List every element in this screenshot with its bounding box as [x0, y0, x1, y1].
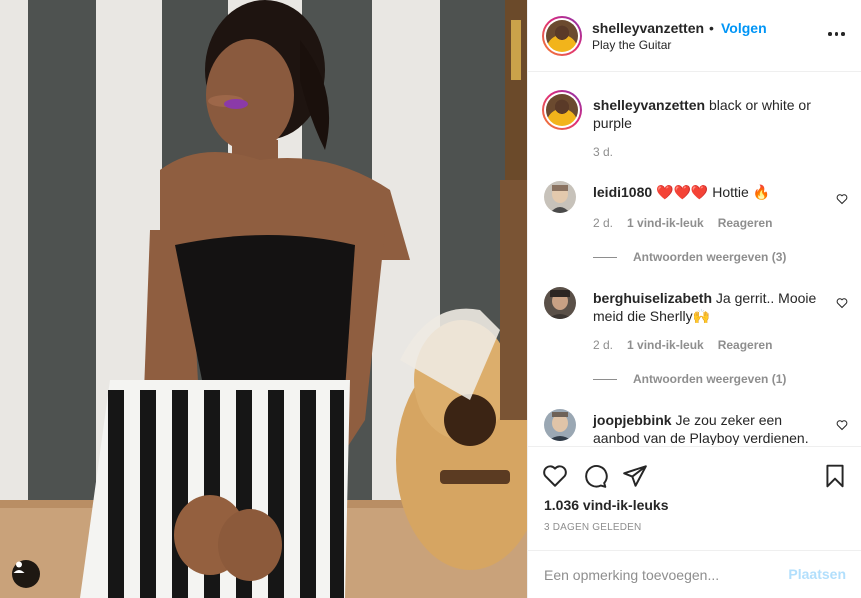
like-heart-icon[interactable]	[542, 463, 568, 489]
likes-count[interactable]: 1.036 vind-ik-leuks	[544, 497, 669, 513]
post-image	[0, 0, 527, 598]
comment-username[interactable]: berghuiselizabeth	[593, 290, 712, 306]
caption-avatar[interactable]	[542, 90, 582, 130]
post-header: shelleyvanzetten • Volgen Play the Guita…	[528, 0, 861, 72]
view-replies-label: Antwoorden weergeven (1)	[633, 372, 787, 386]
comment-hearts: ❤️❤️❤️	[656, 184, 709, 200]
like-comment-heart-icon[interactable]	[836, 297, 848, 309]
follow-button[interactable]: Volgen	[721, 20, 767, 36]
view-replies-button[interactable]: Antwoorden weergeven (3)	[593, 250, 786, 264]
caption-time[interactable]: 3 d.	[593, 145, 613, 159]
comment-username[interactable]: leidi1080	[593, 184, 652, 200]
comment-time[interactable]: 2 d.	[593, 338, 613, 352]
post-date[interactable]: 3 DAGEN GELEDEN	[544, 522, 641, 533]
comment-text: joopjebbink Je zou zeker een aanbod van …	[593, 411, 825, 445]
separator-dot: •	[709, 20, 714, 36]
comment-input[interactable]	[544, 564, 774, 586]
post-caption: shelleyvanzetten black or white or purpl…	[593, 96, 843, 132]
comment-meta: 2 d. 1 vind-ik-leuk Reageren	[593, 338, 772, 352]
reply-button[interactable]: Reageren	[718, 338, 773, 352]
replies-divider	[593, 378, 617, 380]
tagged-users-button[interactable]	[12, 560, 40, 588]
like-comment-heart-icon[interactable]	[836, 193, 848, 205]
comment-body: Hottie 🔥	[708, 184, 771, 200]
comment-time[interactable]: 2 d.	[593, 216, 613, 230]
replies-divider	[593, 256, 617, 258]
comment-text: berghuiselizabeth Ja gerrit.. Mooie meid…	[593, 289, 825, 325]
add-comment-bar: Plaatsen	[528, 550, 861, 598]
user-icon	[13, 561, 25, 573]
post-comment-button[interactable]: Plaatsen	[788, 566, 846, 582]
comments-section[interactable]: shelleyvanzetten black or white or purpl…	[528, 73, 861, 445]
save-bookmark-icon[interactable]	[822, 463, 848, 489]
post-details-panel: shelleyvanzetten • Volgen Play the Guita…	[527, 0, 861, 598]
reply-button[interactable]: Reageren	[718, 216, 773, 230]
author-username[interactable]: shelleyvanzetten	[592, 20, 704, 36]
comment-text: leidi1080 ❤️❤️❤️ Hottie 🔥	[593, 183, 825, 201]
comment-username[interactable]: joopjebbink	[593, 412, 672, 428]
view-replies-button[interactable]: Antwoorden weergeven (1)	[593, 372, 786, 386]
comment-likes[interactable]: 1 vind-ik-leuk	[627, 338, 704, 352]
comment-meta: 2 d. 1 vind-ik-leuk Reageren	[593, 216, 772, 230]
post-location[interactable]: Play the Guitar	[592, 38, 671, 52]
comment-likes[interactable]: 1 vind-ik-leuk	[627, 216, 704, 230]
caption-username[interactable]: shelleyvanzetten	[593, 97, 705, 113]
comment-avatar[interactable]	[544, 181, 576, 213]
comment-avatar[interactable]	[544, 287, 576, 319]
share-send-icon[interactable]	[622, 463, 648, 489]
comment-bubble-icon[interactable]	[582, 463, 608, 489]
more-options-icon[interactable]	[828, 25, 846, 43]
post-actions: 1.036 vind-ik-leuks 3 DAGEN GELEDEN	[528, 446, 861, 556]
like-comment-heart-icon[interactable]	[836, 419, 848, 431]
post-photo[interactable]	[0, 0, 527, 598]
author-avatar[interactable]	[542, 16, 582, 56]
comment-avatar[interactable]	[544, 409, 576, 441]
view-replies-label: Antwoorden weergeven (3)	[633, 250, 787, 264]
